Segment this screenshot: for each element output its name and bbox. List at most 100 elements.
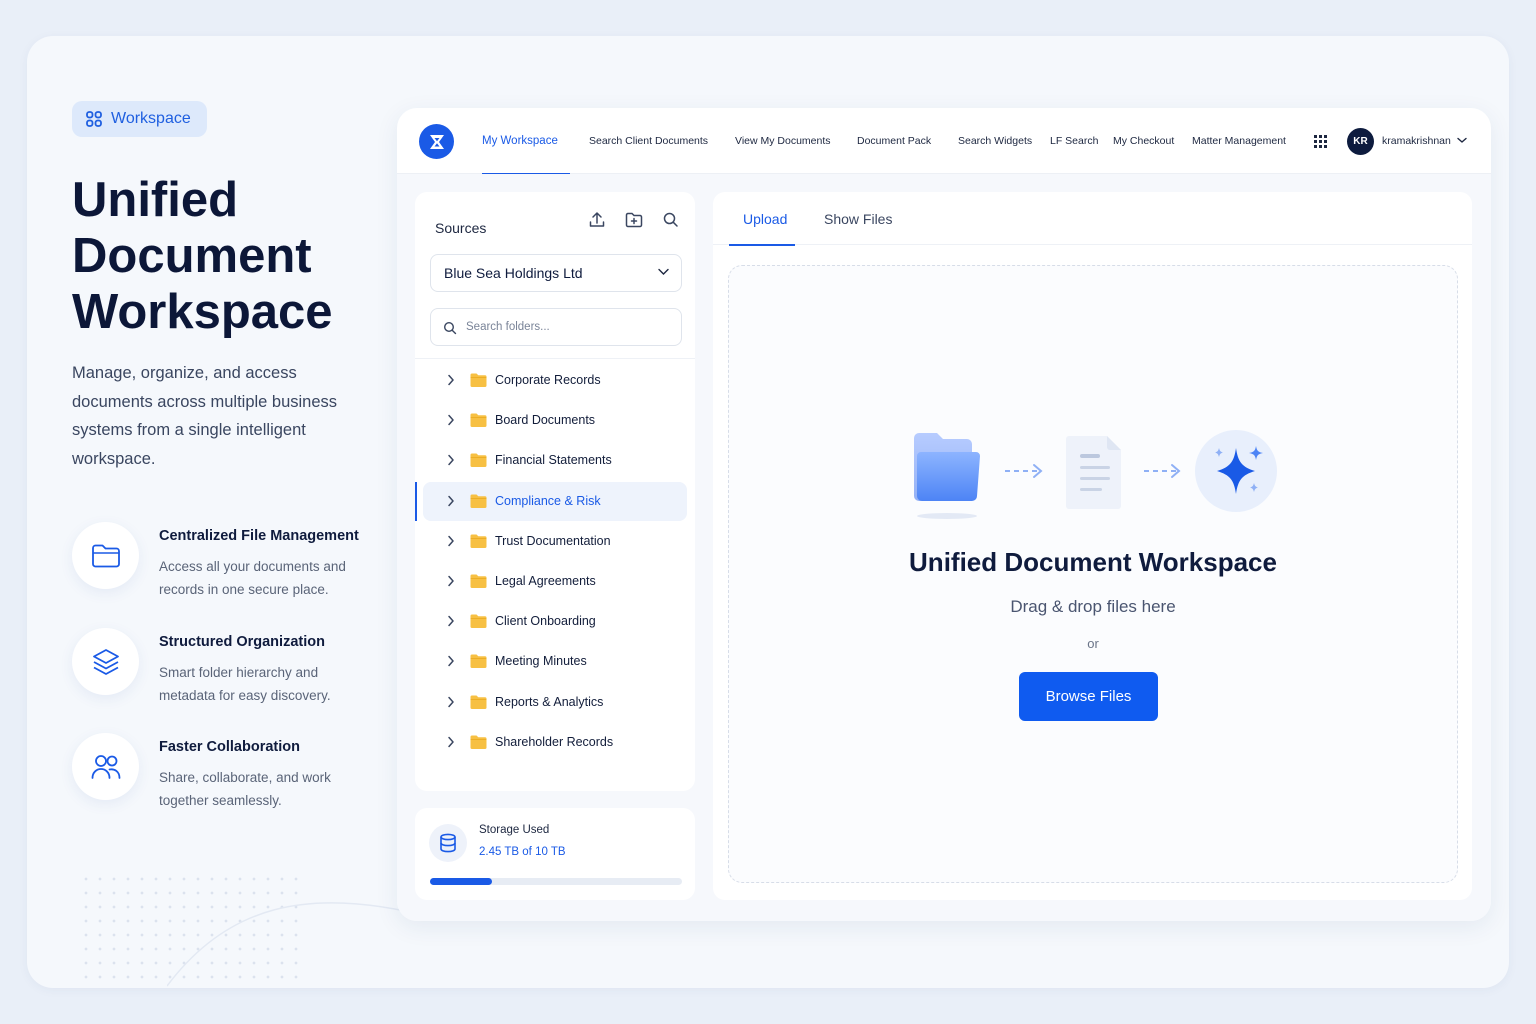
app-logo[interactable]	[419, 124, 454, 159]
hero-title-line: Document	[72, 229, 312, 283]
dropzone[interactable]: Unified Document Workspace Drag & drop f…	[728, 265, 1458, 883]
chevron-right-icon[interactable]	[447, 374, 455, 386]
apps-grid-icon[interactable]	[1314, 135, 1327, 148]
entity-select[interactable]: Blue Sea Holdings Ltd	[430, 254, 682, 292]
folder-item[interactable]: Reports & Analytics	[423, 683, 687, 722]
chevron-right-icon[interactable]	[447, 495, 455, 507]
feature-icon-wrap	[72, 733, 139, 800]
folder-item[interactable]: Compliance & Risk	[415, 481, 687, 521]
folder-item-label: Board Documents	[495, 413, 596, 428]
feature-centralized: Centralized File Management Access all y…	[72, 522, 382, 602]
tab-upload[interactable]: Upload	[728, 192, 796, 246]
feature-description: Share, collaborate, and work together se…	[159, 770, 331, 808]
divider	[415, 358, 695, 359]
chevron-down-icon[interactable]	[1457, 137, 1467, 144]
folder-icon	[470, 494, 487, 508]
feature-title: Centralized File Management	[159, 528, 359, 544]
upload-icon[interactable]	[587, 210, 607, 230]
folder-item-label: Reports & Analytics	[495, 694, 604, 709]
nav-my-workspace[interactable]: My Workspace	[482, 108, 570, 175]
arrow-right-icon	[1144, 464, 1181, 478]
app-body: Sources Blue Sea Holdings Ltd Search fol…	[397, 174, 1491, 921]
folder-item-label: Financial Statements	[495, 453, 612, 468]
nav-view-my-documents[interactable]: View My Documents	[735, 108, 831, 174]
chevron-right-icon[interactable]	[447, 736, 455, 748]
workspace-badge: Workspace	[72, 101, 207, 137]
folder-icon	[470, 654, 487, 669]
sources-title: Sources	[435, 220, 487, 236]
document-illustration-icon	[1066, 436, 1121, 509]
chevron-right-icon[interactable]	[447, 575, 455, 587]
feature-title: Faster Collaboration	[159, 739, 300, 755]
layers-icon	[92, 648, 119, 675]
browse-files-button[interactable]: Browse Files	[1019, 672, 1158, 721]
folder-icon	[470, 735, 487, 749]
dropzone-or: or	[1087, 636, 1099, 651]
search-icon[interactable]	[661, 210, 681, 230]
upload-panel: Upload Show Files Unified Document Works…	[713, 192, 1472, 900]
folder-icon	[91, 544, 120, 567]
chevron-right-icon[interactable]	[447, 454, 455, 466]
nav-my-checkout[interactable]: My Checkout	[1113, 108, 1174, 174]
user-name[interactable]: kramakrishnan	[1382, 135, 1451, 147]
chevron-right-icon[interactable]	[447, 696, 455, 708]
folder-search-input[interactable]	[466, 321, 666, 333]
dropzone-title: Unified Document Workspace	[909, 547, 1277, 577]
hero-title: Unified Document Workspace	[72, 172, 392, 340]
chevron-right-icon[interactable]	[447, 414, 455, 426]
database-icon	[440, 833, 456, 853]
folder-item[interactable]: Meeting Minutes	[423, 642, 687, 681]
folder-icon	[470, 534, 487, 548]
folder-item[interactable]: Trust Documentation	[423, 522, 687, 561]
folder-item[interactable]: Legal Agreements	[423, 562, 687, 601]
dropzone-subtitle: Drag & drop files here	[1010, 597, 1176, 616]
feature-icon-wrap	[72, 522, 139, 589]
folder-icon	[470, 373, 487, 387]
new-folder-icon[interactable]	[624, 210, 644, 230]
chevron-right-icon[interactable]	[447, 615, 455, 627]
folder-item[interactable]: Shareholder Records	[423, 723, 687, 762]
storage-total: 10 TB	[535, 846, 566, 858]
feature-description: Access all your documents and records in…	[159, 559, 346, 597]
folder-item-label: Compliance & Risk	[495, 493, 601, 508]
grid-icon	[86, 111, 102, 127]
hero-title-line: Unified	[72, 173, 239, 227]
folder-icon	[470, 413, 487, 428]
nav-matter-management[interactable]: Matter Management	[1192, 108, 1286, 174]
storage-of: of	[522, 846, 532, 858]
folder-item[interactable]: Corporate Records	[423, 361, 687, 400]
feature-description: Smart folder hierarchy and metadata for …	[159, 665, 331, 703]
feature-icon-wrap	[72, 628, 139, 695]
tab-show-files[interactable]: Show Files	[824, 192, 892, 245]
search-icon	[443, 321, 457, 335]
nav-lf-search[interactable]: LF Search	[1050, 108, 1098, 174]
folder-search[interactable]	[430, 308, 682, 346]
nav-search-client-documents[interactable]: Search Client Documents	[589, 108, 708, 174]
users-icon	[91, 754, 120, 779]
top-navigation: My Workspace Search Client Documents Vie…	[397, 108, 1491, 175]
upload-tabs: Upload Show Files	[713, 192, 1472, 246]
folder-item[interactable]: Board Documents	[423, 401, 687, 440]
storage-card: Storage Used 2.45 TB of 10 TB	[415, 808, 695, 900]
feature-title: Structured Organization	[159, 634, 325, 650]
storage-progress-fill	[430, 878, 492, 885]
chevron-right-icon[interactable]	[447, 535, 455, 547]
user-avatar[interactable]: KR	[1347, 128, 1374, 155]
folder-icon	[470, 695, 487, 709]
entity-select-value: Blue Sea Holdings Ltd	[444, 265, 583, 281]
storage-used: 2.45 TB	[479, 846, 520, 858]
chevron-right-icon[interactable]	[447, 655, 455, 667]
storage-label: Storage Used	[479, 824, 550, 836]
logo-icon	[429, 134, 444, 149]
folder-item[interactable]: Financial Statements	[423, 441, 687, 480]
folder-item-label: Shareholder Records	[495, 734, 614, 749]
folder-item[interactable]: Client Onboarding	[423, 602, 687, 641]
folder-icon	[470, 574, 487, 588]
storage-value: 2.45 TB of 10 TB	[479, 846, 566, 858]
decorative-curve	[167, 902, 427, 987]
nav-document-pack[interactable]: Document Pack	[857, 108, 931, 174]
folder-icon	[470, 453, 487, 468]
folder-item-label: Corporate Records	[495, 373, 601, 387]
nav-search-widgets[interactable]: Search Widgets	[958, 108, 1032, 174]
sparkle-icon	[1195, 430, 1277, 512]
